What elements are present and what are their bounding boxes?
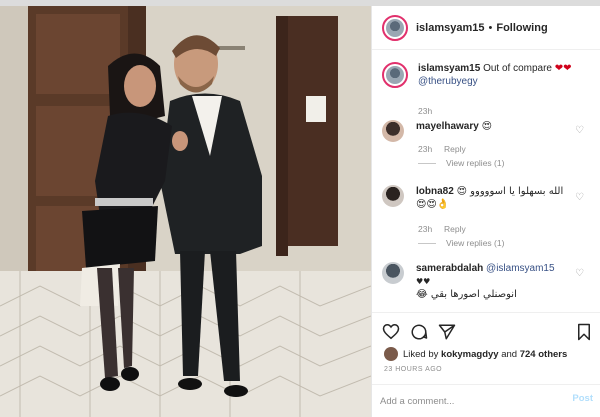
comment-text: samerabdalah @islamsyam15 ♥♥ انوصنلي اصو… [416, 262, 566, 301]
likes-summary: Liked by kokymagdyy and 724 others [384, 347, 567, 361]
caption-row: islamsyam15 Out of compare ❤❤ @therubyeg… [382, 62, 588, 88]
comment-username[interactable]: lobna82 [416, 186, 454, 197]
commenter-avatar[interactable] [382, 262, 404, 284]
comment-row: mayelhawary 😍 [382, 120, 492, 142]
comment-meta: 23h Reply [418, 224, 466, 234]
comment-text: lobna82 الله بسهلوا يا اسووووو 😍 😍😍👌 [416, 185, 566, 211]
likes-conj: and [501, 348, 518, 360]
photo-illustration [0, 6, 371, 417]
likes-count[interactable]: 724 others [520, 349, 568, 360]
heart-icon[interactable] [382, 323, 400, 345]
comment-content: 😍 [481, 121, 493, 132]
comment-time: 23h [418, 224, 433, 234]
comment-row: lobna82 الله بسهلوا يا اسووووو 😍 😍😍👌 [382, 185, 566, 211]
comment-input[interactable] [380, 393, 550, 409]
share-icon[interactable] [438, 323, 456, 346]
liked-by-prefix: Liked by [403, 348, 439, 360]
caption-hearts: ❤❤ [554, 63, 572, 74]
header-separator: • [488, 21, 493, 34]
caption-avatar[interactable] [382, 62, 408, 88]
replies-divider [418, 162, 436, 164]
comment-mention[interactable]: @islamsyam15 [486, 263, 555, 274]
add-comment-bar: Post [372, 384, 600, 417]
replies-divider [418, 242, 436, 244]
post-comment-button[interactable]: Post [572, 393, 593, 404]
comment-content: الله بسهلوا يا اسووووو 😍 [456, 186, 564, 197]
caption-time: 23h [418, 106, 433, 116]
comment-text: mayelhawary 😍 [416, 120, 492, 133]
view-replies-link[interactable]: View replies (1) [418, 238, 504, 248]
caption-username[interactable]: islamsyam15 [418, 63, 480, 74]
reply-button[interactable]: Reply [444, 224, 466, 234]
comment-row: samerabdalah @islamsyam15 ♥♥ انوصنلي اصو… [382, 262, 566, 301]
caption-mention[interactable]: @therubyegy [418, 75, 588, 88]
view-replies-label: View replies (1) [446, 238, 505, 248]
commenter-avatar[interactable] [382, 185, 404, 207]
view-replies-label: View replies (1) [446, 158, 505, 168]
author-avatar[interactable] [382, 14, 408, 41]
post-time[interactable]: 23 HOURS AGO [384, 366, 442, 373]
comment-like-icon[interactable]: ♡ [575, 268, 584, 279]
caption-body: islamsyam15 Out of compare ❤❤ @therubyeg… [418, 62, 588, 88]
post-details-panel: islamsyam15 • Following islamsyam15 Out … [371, 6, 600, 417]
author-username[interactable]: islamsyam15 [416, 22, 485, 34]
caption-content: Out of compare [483, 63, 552, 74]
reply-button[interactable]: Reply [444, 144, 466, 154]
post-header: islamsyam15 • Following [372, 6, 600, 50]
comment-like-icon[interactable]: ♡ [575, 192, 584, 203]
comment-icon[interactable] [410, 323, 428, 346]
comment-meta: 23h Reply [418, 144, 466, 154]
comment-like-icon[interactable]: ♡ [575, 125, 584, 136]
comment-content-line2: 😍😍👌 [416, 199, 450, 210]
post-photo[interactable] [0, 6, 371, 417]
commenter-avatar[interactable] [382, 120, 404, 142]
liker-avatar[interactable] [384, 347, 398, 361]
bookmark-icon[interactable] [576, 323, 592, 346]
comment-time: 23h [418, 144, 433, 154]
view-replies-link[interactable]: View replies (1) [418, 158, 504, 168]
comment-content: انوصنلي اصورها بقي 😂 [416, 289, 517, 300]
caption-text: islamsyam15 Out of compare ❤❤ [418, 62, 588, 75]
following-button[interactable]: Following [496, 22, 547, 34]
comment-username[interactable]: mayelhawary [416, 121, 479, 132]
liker-username[interactable]: kokymagdyy [441, 349, 499, 360]
comment-hearts: ♥♥ [416, 277, 431, 286]
comment-username[interactable]: samerabdalah [416, 263, 483, 274]
